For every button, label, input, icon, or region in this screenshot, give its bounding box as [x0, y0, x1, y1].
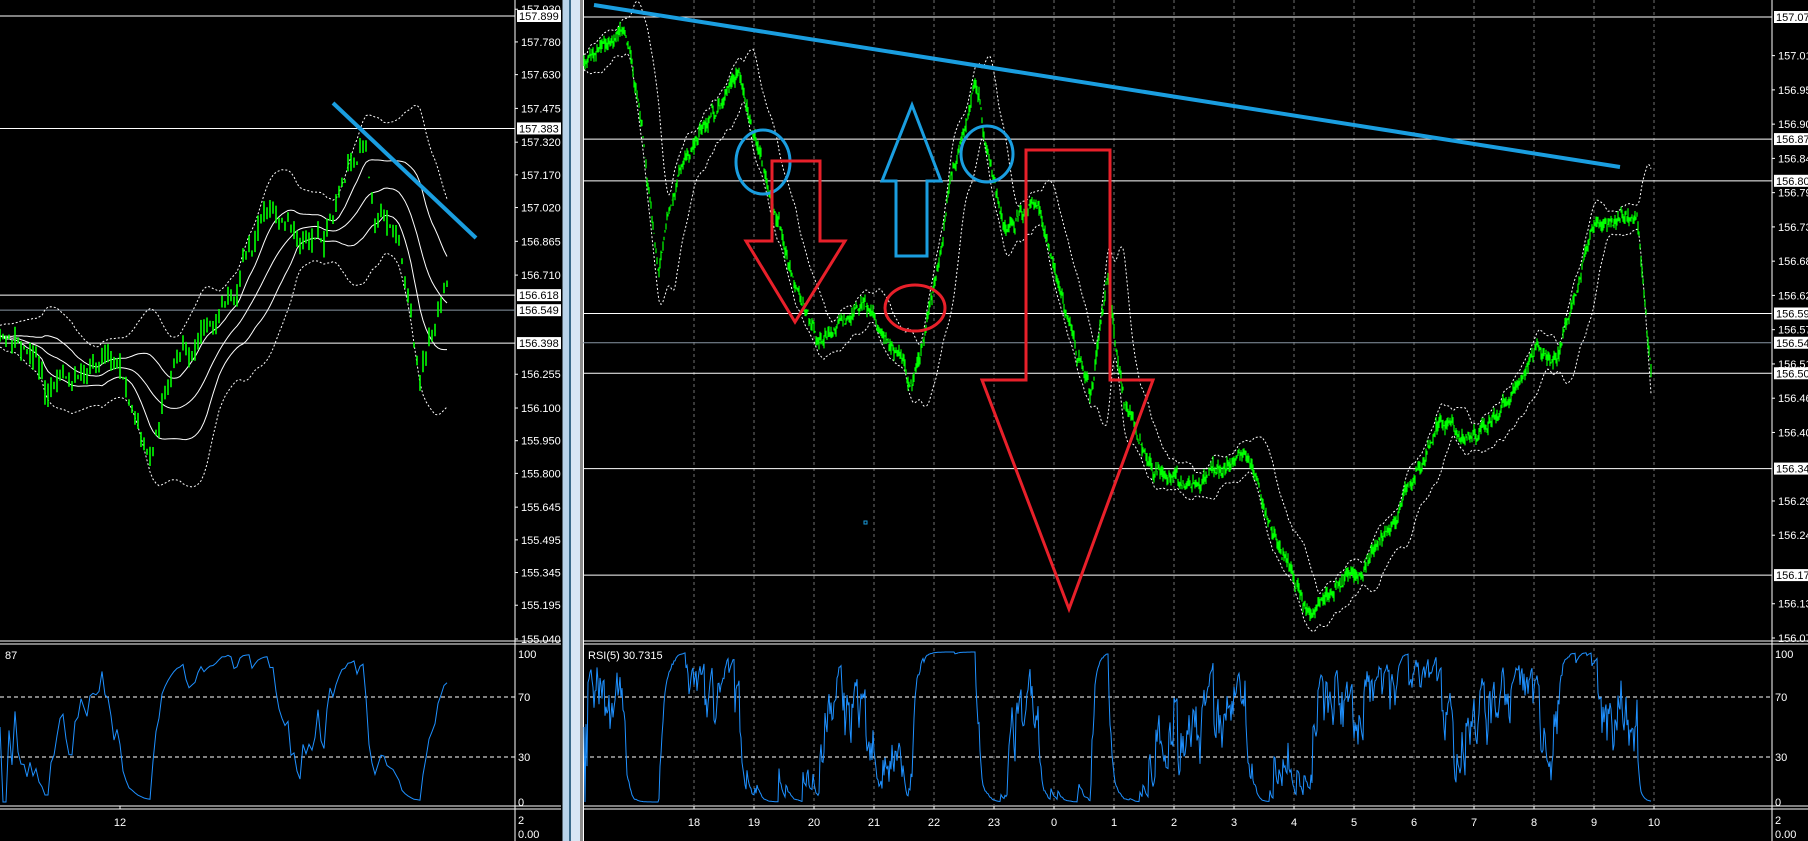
- time-label: 1: [1111, 817, 1117, 829]
- band-inner-upper: [0, 159, 448, 379]
- level-price-label: 156.876: [1776, 134, 1808, 146]
- price-label: 156.710: [521, 270, 561, 282]
- level-price-label: 156.596: [1776, 308, 1808, 320]
- price-label: 156.865: [521, 236, 561, 248]
- rsi-line: [0, 654, 448, 803]
- price-label: 156.460: [1778, 393, 1808, 405]
- rsi-indicator-label: RSI(5) 30.7315: [588, 650, 663, 662]
- time-label: 18: [688, 817, 700, 829]
- level-price-label: 156.176: [1776, 570, 1808, 582]
- price-label: 155.645: [521, 502, 561, 514]
- envelope-upper: [0, 104, 448, 348]
- price-label: 156.735: [1778, 222, 1808, 234]
- rsi-axis-label: 100: [518, 649, 536, 661]
- bottom-axis-label: 0.00: [1775, 829, 1796, 841]
- time-label: 10: [1648, 817, 1660, 829]
- rsi-indicator-label: 87: [5, 650, 17, 662]
- rsi-axis-label: 30: [1775, 752, 1787, 764]
- time-label: 5: [1351, 817, 1357, 829]
- time-label: 6: [1411, 817, 1417, 829]
- bottom-axis-label: 0.00: [518, 829, 539, 841]
- level-price-label: 156.549: [1776, 338, 1808, 350]
- down-arrow-annotation[interactable]: [743, 159, 848, 325]
- price-label: 156.900: [1778, 119, 1808, 131]
- price-label: 155.950: [521, 436, 561, 448]
- price-label: 156.130: [1778, 599, 1808, 611]
- rsi-axis-label: 70: [1775, 692, 1787, 704]
- price-label: 156.955: [1778, 85, 1808, 97]
- price-label: 156.790: [1778, 188, 1808, 200]
- price-label: 157.170: [521, 170, 561, 182]
- time-label: 20: [808, 817, 820, 829]
- time-label: 4: [1291, 817, 1297, 829]
- time-label: 3: [1231, 817, 1237, 829]
- level-price-label: 156.618: [519, 290, 559, 302]
- price-label: 157.630: [521, 70, 561, 82]
- price-label: 157.020: [521, 203, 561, 215]
- trendline-left[interactable]: [331, 101, 478, 240]
- band-inner-lower: [0, 214, 447, 441]
- price-label: 156.295: [1778, 496, 1808, 508]
- rsi-line: [583, 651, 1652, 803]
- price-label: 157.010: [1778, 51, 1808, 63]
- price-label: 155.800: [521, 468, 561, 480]
- level-price-label: 157.899: [519, 11, 559, 23]
- rsi-axis-label: 30: [518, 752, 530, 764]
- large-down-arrow-annotation[interactable]: [979, 148, 1156, 614]
- rsi-axis-label: 70: [518, 692, 530, 704]
- time-label: 2: [1171, 817, 1177, 829]
- time-label: 21: [868, 817, 880, 829]
- price-label: 157.475: [521, 103, 561, 115]
- ellipse-annotation[interactable]: [883, 283, 947, 333]
- price-label: 155.495: [521, 535, 561, 547]
- level-price-label: 156.398: [519, 338, 559, 350]
- trading-charts: 12157.930157.780157.630157.475157.320157…: [0, 0, 1808, 841]
- bottom-axis-label: 2: [1775, 815, 1781, 827]
- time-label: 19: [748, 817, 760, 829]
- price-label: 156.845: [1778, 153, 1808, 165]
- level-price-label: 156.347: [1776, 464, 1808, 476]
- price-label: 155.040: [521, 634, 561, 646]
- time-label: 7: [1471, 817, 1477, 829]
- price-label: 156.570: [1778, 325, 1808, 337]
- price-label: 156.625: [1778, 290, 1808, 302]
- level-price-label: 156.809: [1776, 176, 1808, 188]
- price-label: 155.195: [521, 600, 561, 612]
- time-label: 8: [1531, 817, 1537, 829]
- price-label: 157.320: [521, 137, 561, 149]
- time-label: 0: [1051, 817, 1057, 829]
- trendline-right[interactable]: [593, 3, 1621, 169]
- level-price-label: 157.072: [1776, 12, 1808, 24]
- price-label: 156.075: [1778, 633, 1808, 645]
- time-label: 12: [114, 817, 126, 829]
- bottom-axis-label: 2: [518, 815, 524, 827]
- price-label: 156.255: [521, 369, 561, 381]
- price-label: 156.100: [521, 403, 561, 415]
- right_chart-pane: 181920212223012345678910157.010156.95515…: [583, 0, 1808, 841]
- rsi-axis-label: 0: [1775, 797, 1781, 809]
- price-label: 155.345: [521, 568, 561, 580]
- time-label: 22: [928, 817, 940, 829]
- rsi-axis-label: 100: [1775, 649, 1793, 661]
- price-bars: [583, 21, 1652, 621]
- price-label: 156.680: [1778, 256, 1808, 268]
- level-price-label: 156.549: [519, 305, 559, 317]
- level-price-label: 156.500: [1776, 368, 1808, 380]
- time-label: 23: [988, 817, 1000, 829]
- time-label: 9: [1591, 817, 1597, 829]
- left_chart-pane: 12157.930157.780157.630157.475157.320157…: [0, 0, 561, 841]
- price-label: 156.405: [1778, 427, 1808, 439]
- price-label: 156.240: [1778, 530, 1808, 542]
- price-bars: [0, 138, 448, 466]
- rsi-axis-label: 0: [518, 797, 524, 809]
- small-marker: [863, 520, 868, 525]
- level-price-label: 157.383: [519, 123, 559, 135]
- price-label: 157.780: [521, 37, 561, 49]
